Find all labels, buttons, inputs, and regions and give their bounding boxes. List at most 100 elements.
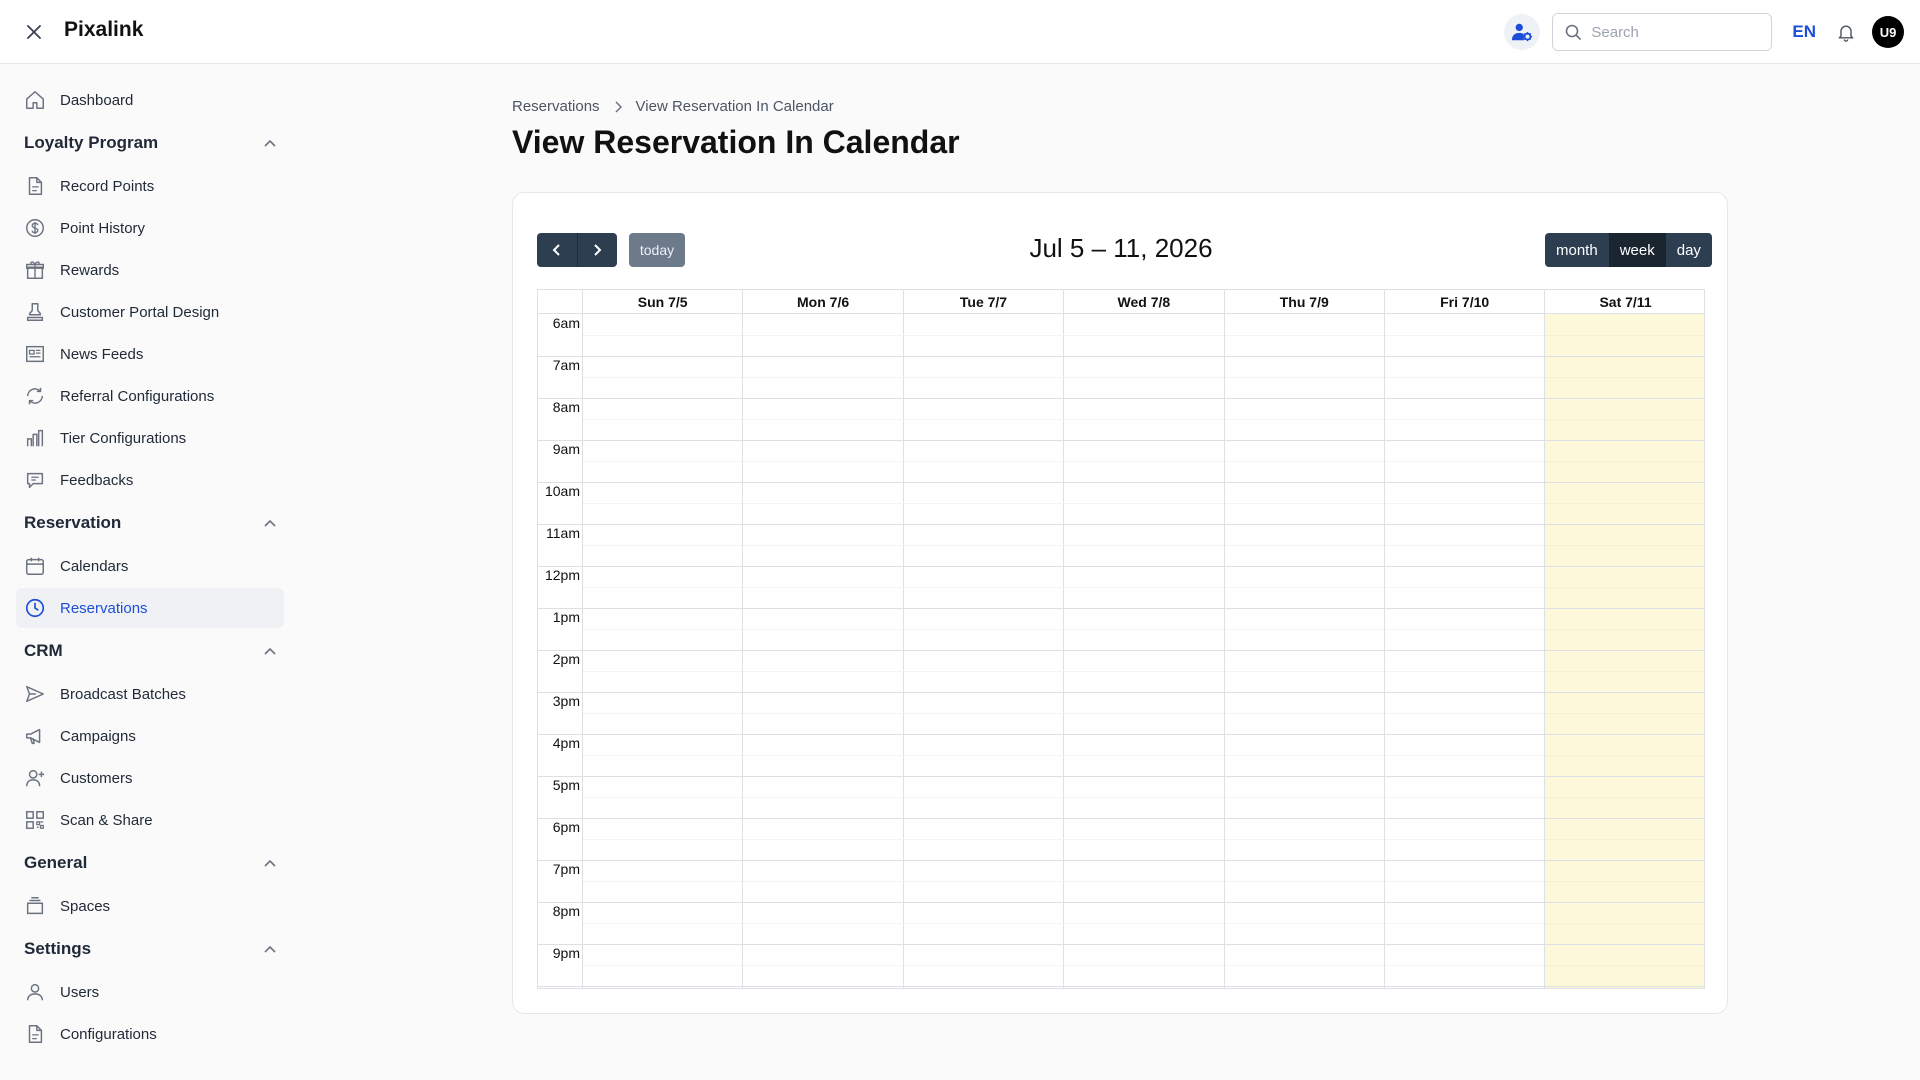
hour-line: [538, 734, 1704, 735]
view-month-button[interactable]: month: [1545, 233, 1609, 267]
app-title: Pixalink: [64, 18, 144, 41]
day-header-sat-7-11: Sat 7/11: [1599, 293, 1652, 310]
sidebar-item-label: Referral Configurations: [60, 387, 215, 405]
half-hour-line: [583, 461, 1704, 462]
user-settings-button[interactable]: [1504, 14, 1541, 50]
sidebar-item-label: Rewards: [60, 261, 120, 279]
half-hour-line: [583, 335, 1704, 336]
language-switcher[interactable]: EN: [1792, 22, 1816, 42]
search-box[interactable]: [1552, 13, 1773, 51]
sidebar-item-label: Dashboard: [60, 91, 134, 109]
time-axis-header: [538, 290, 583, 313]
notifications-button[interactable]: [1836, 22, 1856, 42]
header-actions: EN U9: [1504, 12, 1904, 52]
day-column-tue-7-7[interactable]: [904, 314, 1065, 988]
user-plus-icon: [24, 767, 46, 789]
day-column-fri-7-10[interactable]: [1385, 314, 1546, 988]
hour-label: 1pm: [552, 609, 580, 625]
top-header: Pixalink EN U9: [0, 0, 1920, 64]
megaphone-icon: [24, 725, 46, 747]
time-grid: 6am 7am 8am 9am 10am 11am 12pm 1pm 2pm 3pm 4pm 5pm 6…: [538, 314, 1704, 988]
day-column-thu-7-9[interactable]: [1225, 314, 1385, 988]
half-hour-line: [583, 377, 1704, 378]
day-column-sat-7-11[interactable]: [1545, 314, 1704, 988]
chevron-right-icon: [614, 100, 622, 113]
day-column-wed-7-8[interactable]: [1064, 314, 1225, 988]
sidebar-item-configurations[interactable]: Configurations: [16, 1014, 284, 1054]
sidebar-item-label: Reservations: [60, 599, 148, 617]
sidebar-item-label: Users: [60, 983, 100, 1001]
sidebar-section-crm[interactable]: CRM: [16, 630, 284, 672]
day-column-mon-7-6[interactable]: [743, 314, 904, 988]
prev-button[interactable]: [537, 233, 578, 267]
sidebar-item-campaigns[interactable]: Campaigns: [16, 716, 284, 756]
hour-line: [538, 356, 1704, 357]
sidebar-item-label: News Feeds: [60, 345, 144, 363]
sidebar-item-point-history[interactable]: Point History: [16, 208, 284, 248]
sidebar-section-loyalty-program[interactable]: Loyalty Program: [16, 122, 284, 164]
day-header-sun-7-5: Sun 7/5: [583, 290, 744, 313]
page-title: View Reservation In Calendar: [512, 124, 960, 160]
next-button[interactable]: [578, 233, 618, 267]
hour-line: [538, 650, 1704, 651]
half-hour-line: [583, 503, 1704, 504]
hour-label: 5pm: [552, 777, 580, 793]
close-button[interactable]: [20, 20, 48, 44]
today-button[interactable]: today: [629, 233, 685, 267]
close-icon: [27, 25, 41, 39]
day-header-wed-7-8: Wed 7/8: [1064, 290, 1225, 313]
refresh-icon: [24, 385, 46, 407]
view-day-button[interactable]: day: [1666, 233, 1712, 267]
avatar[interactable]: U9: [1872, 16, 1904, 48]
half-hour-line: [583, 923, 1704, 924]
half-hour-line: [583, 713, 1704, 714]
sidebar-item-label: Point History: [60, 219, 146, 237]
hour-label: 9am: [552, 441, 580, 457]
sidebar-item-feedbacks[interactable]: Feedbacks: [16, 460, 284, 500]
sidebar-item-referral-configurations[interactable]: Referral Configurations: [16, 376, 284, 416]
day-column-sun-7-5[interactable]: [583, 314, 744, 988]
day-header-tue-7-7: Tue 7/7: [904, 290, 1065, 313]
sidebar-item-label: Scan & Share: [60, 811, 153, 829]
sidebar-section-reservation[interactable]: Reservation: [16, 502, 284, 544]
sidebar-item-news-feeds[interactable]: News Feeds: [16, 334, 284, 374]
day-header-row: Sun 7/5 Mon 7/6 Tue 7/7 Wed 7/8 Thu 7/9 Fri 7…: [538, 290, 1704, 314]
sidebar-item-broadcast-batches[interactable]: Broadcast Batches: [16, 674, 284, 714]
sidebar-item-reservations[interactable]: Reservations: [16, 588, 284, 628]
sidebar-item-rewards[interactable]: Rewards: [16, 250, 284, 290]
sidebar-item-scan-and-share[interactable]: Scan & Share: [16, 800, 284, 840]
bar-chart-icon: [24, 427, 46, 449]
sidebar-item-record-points[interactable]: Record Points: [16, 166, 284, 206]
hour-label: 6pm: [552, 819, 580, 835]
hour-line: [538, 692, 1704, 693]
sidebar-item-users[interactable]: Users: [16, 972, 284, 1012]
day-header-fri-7-10: Fri 7/10: [1385, 290, 1546, 313]
sidebar-item-calendars[interactable]: Calendars: [16, 546, 284, 586]
sidebar-section-title: Reservation: [24, 513, 122, 532]
sidebar-section-settings[interactable]: Settings: [16, 928, 284, 970]
half-hour-line: [583, 587, 1704, 588]
sidebar-item-dashboard[interactable]: Dashboard: [16, 80, 284, 120]
sidebar-item-label: Customer Portal Design: [60, 303, 220, 321]
sidebar-section-title: General: [24, 853, 88, 872]
sidebar-item-label: Record Points: [60, 177, 155, 195]
hour-label: 3pm: [552, 693, 580, 709]
search-input[interactable]: [1591, 23, 1752, 41]
sidebar-section-general[interactable]: General: [16, 842, 284, 884]
breadcrumb-link-reservations[interactable]: Reservations: [512, 98, 600, 115]
sidebar-item-customer-portal-design[interactable]: Customer Portal Design: [16, 292, 284, 332]
day-header-thu-7-9: Thu 7/9: [1225, 290, 1385, 313]
layers-icon: [24, 895, 46, 917]
sidebar-item-tier-configurations[interactable]: Tier Configurations: [16, 418, 284, 458]
bell-icon: [1838, 25, 1854, 42]
sidebar-item-spaces[interactable]: Spaces: [16, 886, 284, 926]
home-icon: [24, 89, 46, 111]
hour-line: [538, 860, 1704, 861]
sidebar-item-customers[interactable]: Customers: [16, 758, 284, 798]
view-week-button[interactable]: week: [1608, 233, 1666, 267]
hour-label: 4pm: [552, 735, 580, 751]
hour-label: 7am: [552, 357, 580, 373]
hour-line: [538, 986, 1704, 987]
hour-line: [538, 524, 1704, 525]
sidebar: Dashboard Loyalty Program Record Points Poi…: [0, 64, 300, 1080]
